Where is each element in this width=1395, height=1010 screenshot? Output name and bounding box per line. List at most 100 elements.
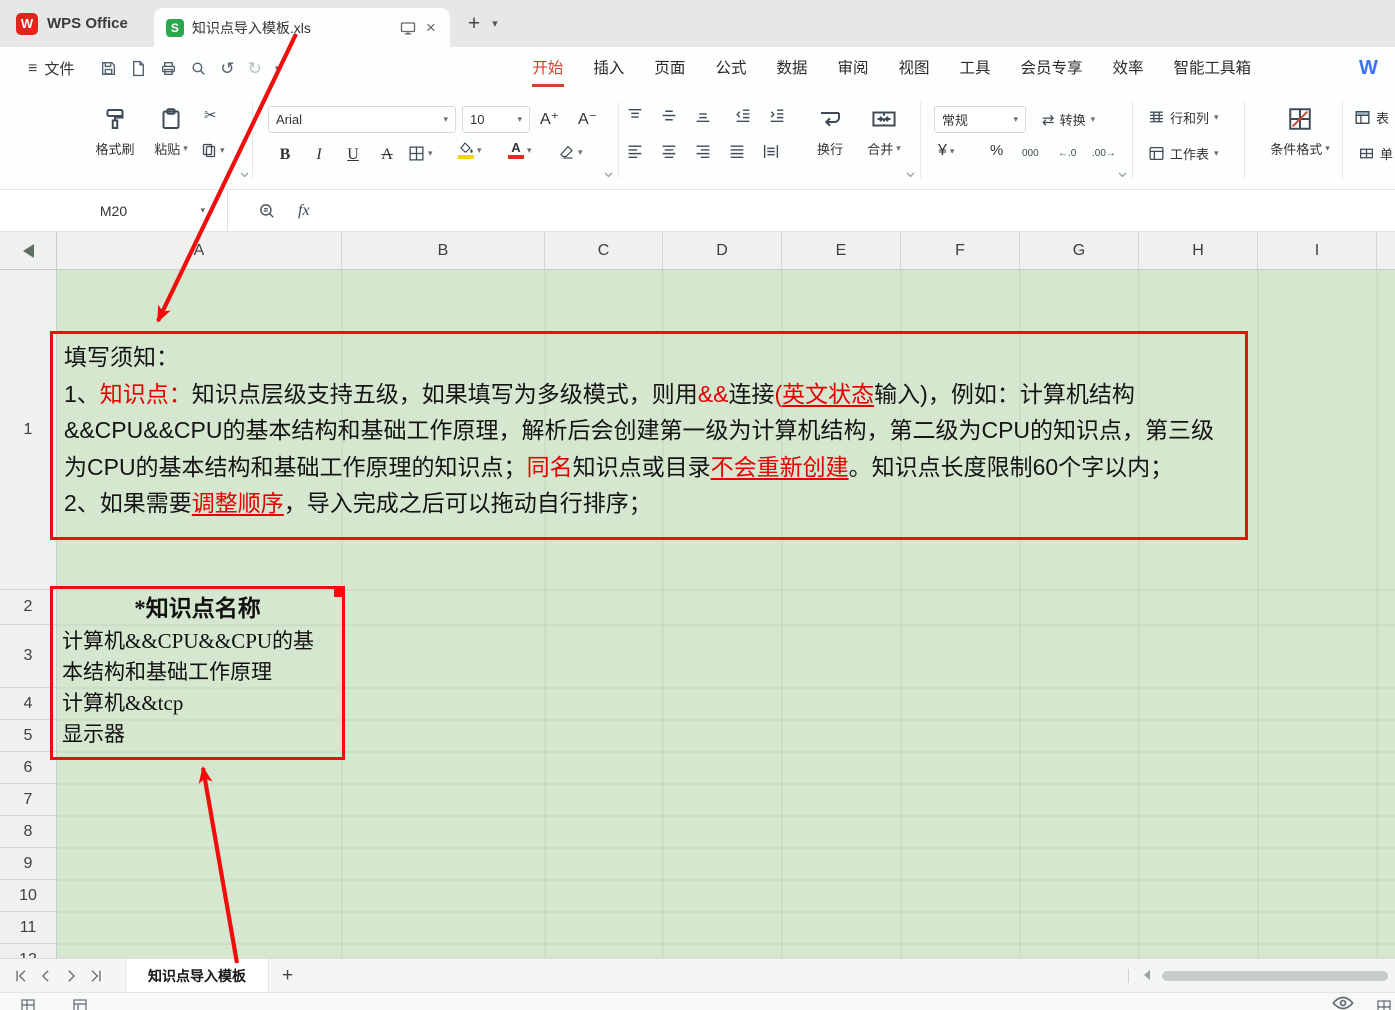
menu-tab[interactable]: 开始 xyxy=(517,47,578,90)
menu-tab[interactable]: 公式 xyxy=(700,47,761,90)
row-header[interactable]: 10 xyxy=(0,880,56,912)
row-header[interactable]: 7 xyxy=(0,784,56,816)
row-header[interactable]: 8 xyxy=(0,816,56,848)
column-header[interactable]: C xyxy=(545,232,663,269)
sheet-tab-active[interactable]: 知识点导入模板 xyxy=(125,959,269,992)
align-center-button[interactable] xyxy=(660,143,678,160)
percent-button[interactable]: % xyxy=(990,142,1003,159)
grow-font-button[interactable]: A⁺ xyxy=(540,109,559,129)
fill-color-button[interactable]: ▾ xyxy=(458,142,482,159)
new-tab-button[interactable]: + xyxy=(468,12,480,36)
align-bottom-button[interactable] xyxy=(694,107,712,124)
font-more-icon[interactable] xyxy=(604,172,613,178)
increase-indent-button[interactable] xyxy=(768,107,786,124)
decrease-decimal-button[interactable]: ←.0 xyxy=(1058,148,1076,159)
select-all-corner[interactable] xyxy=(0,232,57,270)
clear-format-button[interactable]: ▾ xyxy=(558,144,583,160)
scroll-left-icon[interactable] xyxy=(1142,969,1152,981)
menu-tab[interactable]: 会员专享 xyxy=(1006,47,1098,90)
qat-dropdown-icon[interactable]: ▾ xyxy=(275,64,280,73)
column-header[interactable]: D xyxy=(663,232,782,269)
number-more-icon[interactable] xyxy=(1118,172,1127,178)
eye-icon[interactable] xyxy=(1332,996,1354,1010)
column-header[interactable]: G xyxy=(1020,232,1139,269)
tab-list-dropdown-icon[interactable]: ▾ xyxy=(492,17,498,30)
menu-tab[interactable]: 效率 xyxy=(1098,47,1159,90)
column-header[interactable]: A xyxy=(57,232,342,269)
view-grid-icon[interactable] xyxy=(1376,999,1392,1010)
font-name-combo[interactable]: Arial ▾ xyxy=(268,106,456,133)
file-menu[interactable]: ≡ 文件 xyxy=(28,58,74,79)
row-header[interactable]: 4 xyxy=(0,688,56,720)
row-header[interactable]: 12 xyxy=(0,944,56,958)
redo-icon[interactable]: ↻ xyxy=(248,60,262,77)
justify-button[interactable] xyxy=(728,143,746,160)
menu-tab[interactable]: 审阅 xyxy=(822,47,883,90)
row-header[interactable]: 5 xyxy=(0,720,56,752)
paste-button[interactable]: 粘贴▾ xyxy=(144,106,198,158)
worksheet-button[interactable]: 工作表 ▾ xyxy=(1148,144,1219,163)
number-format-combo[interactable]: 常规 ▾ xyxy=(934,106,1026,133)
cell-name-box[interactable]: M20 ▾ xyxy=(0,190,228,231)
row-header[interactable]: 1 xyxy=(0,270,56,590)
conditional-format-button[interactable]: 条件格式▾ xyxy=(1258,106,1342,158)
column-header[interactable]: E xyxy=(782,232,901,269)
format-painter-button[interactable]: 格式刷 xyxy=(88,106,142,158)
find-function-icon[interactable] xyxy=(258,202,276,220)
previous-sheet-icon[interactable] xyxy=(39,969,53,983)
font-color-button[interactable]: A ▾ xyxy=(508,142,532,159)
last-sheet-icon[interactable] xyxy=(89,969,103,983)
menu-tab[interactable]: 插入 xyxy=(578,47,639,90)
menu-tab[interactable]: 智能工具箱 xyxy=(1159,47,1267,90)
formula-input[interactable] xyxy=(310,190,1395,231)
print-icon[interactable] xyxy=(160,60,177,77)
column-header[interactable]: I xyxy=(1258,232,1377,269)
row-header[interactable]: 9 xyxy=(0,848,56,880)
column-header[interactable]: B xyxy=(342,232,545,269)
rows-cols-button[interactable]: 行和列 ▾ xyxy=(1148,108,1219,127)
horizontal-scrollbar-thumb[interactable] xyxy=(1162,971,1388,981)
currency-button[interactable]: ¥ ▾ xyxy=(938,142,954,160)
increase-decimal-button[interactable]: .00→ xyxy=(1092,148,1116,159)
first-sheet-icon[interactable] xyxy=(14,969,28,983)
undo-icon[interactable]: ↺ xyxy=(220,60,234,77)
next-sheet-icon[interactable] xyxy=(64,969,78,983)
insert-function-icon[interactable]: fx xyxy=(298,202,310,220)
close-tab-icon[interactable]: × xyxy=(424,18,438,38)
menu-tab[interactable]: 工具 xyxy=(945,47,1006,90)
wrap-text-button[interactable]: 换行 xyxy=(806,106,854,158)
column-header[interactable]: H xyxy=(1139,232,1258,269)
shrink-font-button[interactable]: A⁻ xyxy=(578,109,597,129)
monitor-icon[interactable] xyxy=(400,20,416,36)
thousands-button[interactable]: 000 xyxy=(1022,148,1039,159)
align-right-button[interactable] xyxy=(694,143,712,160)
document-tab[interactable]: S 知识点导入模板.xls × xyxy=(154,8,450,47)
row-header[interactable]: 11 xyxy=(0,912,56,944)
app-brand[interactable]: W WPS Office xyxy=(0,0,154,47)
convert-button[interactable]: ⇄ 转换 ▾ xyxy=(1042,110,1095,129)
align-middle-button[interactable] xyxy=(660,107,678,124)
underline-button[interactable]: U xyxy=(340,142,366,168)
row-header[interactable]: 6 xyxy=(0,752,56,784)
cut-button[interactable]: ✂ xyxy=(204,106,217,124)
align-top-button[interactable] xyxy=(626,107,644,124)
row-header[interactable]: 2 xyxy=(0,590,56,625)
bold-button[interactable]: B xyxy=(272,142,298,168)
menu-tab[interactable]: 数据 xyxy=(761,47,822,90)
italic-button[interactable]: I xyxy=(306,142,332,168)
clipboard-more-icon[interactable] xyxy=(240,172,249,178)
decrease-indent-button[interactable] xyxy=(734,107,752,124)
column-header[interactable]: F xyxy=(901,232,1020,269)
strikethrough-button[interactable]: A xyxy=(374,142,400,168)
add-sheet-button[interactable]: + xyxy=(282,965,293,987)
font-size-combo[interactable]: 10 ▾ xyxy=(462,106,530,133)
row-header[interactable]: 3 xyxy=(0,625,56,688)
export-pdf-icon[interactable] xyxy=(130,60,147,77)
save-icon[interactable] xyxy=(100,60,117,77)
status-grid-icon[interactable] xyxy=(20,998,36,1010)
print-preview-icon[interactable] xyxy=(190,60,207,77)
borders-button[interactable]: ▾ xyxy=(408,145,433,162)
menu-tab[interactable]: 视图 xyxy=(883,47,944,90)
copy-button[interactable]: ▾ xyxy=(201,142,225,158)
distribute-button[interactable] xyxy=(762,143,780,160)
